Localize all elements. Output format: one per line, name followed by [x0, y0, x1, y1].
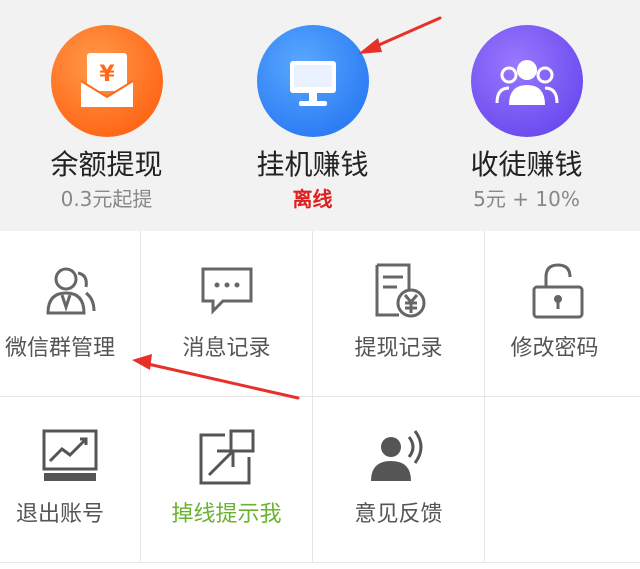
menu-item-message-log[interactable]: 消息记录: [141, 231, 313, 397]
menu-item-wechat-group[interactable]: 微信群管理: [0, 231, 141, 397]
speaker-person-icon: [369, 427, 429, 487]
menu-label: 意见反馈: [354, 502, 443, 527]
feature-withdraw-balance[interactable]: ¥ 余额提现 0.3元起提: [0, 0, 213, 231]
menu-label: 微信群管理: [4, 336, 115, 361]
chart-monitor-icon: [40, 427, 100, 487]
menu-label: 掉线提示我: [171, 502, 282, 527]
feature-title: 收徒赚钱: [470, 148, 583, 181]
feature-title: 余额提现: [50, 148, 163, 181]
feature-subtitle: 0.3元起提: [60, 187, 153, 211]
feature-title: 挂机赚钱: [256, 148, 369, 181]
menu-item-empty: [485, 397, 640, 563]
feature-subtitle: 5元 + 10%: [473, 187, 580, 211]
lock-icon: [528, 261, 588, 321]
menu-label: 提现记录: [354, 336, 443, 361]
chat-bubble-icon: [197, 261, 257, 321]
external-link-icon: [197, 427, 257, 487]
feature-recruit-earn[interactable]: 收徒赚钱 5元 + 10%: [420, 0, 633, 231]
offline-status: 离线: [292, 187, 333, 211]
contacts-icon: [40, 261, 100, 321]
svg-text:¥: ¥: [99, 62, 115, 87]
menu-grid: 微信群管理 消息记录 提现记录 修改密码 退出账号 掉线提示我 意见反馈: [0, 231, 640, 569]
menu-label: 消息记录: [182, 336, 271, 361]
monitor-icon: [256, 25, 369, 137]
feature-section: ¥ 余额提现 0.3元起提 挂机赚钱 离线 收徒赚钱 5元 + 10%: [0, 0, 640, 231]
yuan-envelope-icon: ¥: [50, 25, 163, 137]
receipt-yuan-icon: [369, 261, 429, 321]
menu-item-offline-alert[interactable]: 掉线提示我: [141, 397, 313, 563]
menu-item-feedback[interactable]: 意见反馈: [313, 397, 485, 563]
menu-label: 修改密码: [510, 336, 599, 361]
menu-item-change-password[interactable]: 修改密码: [485, 231, 640, 397]
menu-item-withdraw-log[interactable]: 提现记录: [313, 231, 485, 397]
feature-idle-earn[interactable]: 挂机赚钱 离线: [206, 0, 419, 231]
group-icon: [470, 25, 583, 137]
menu-label: 退出账号: [15, 502, 104, 527]
menu-item-logout[interactable]: 退出账号: [0, 397, 141, 563]
